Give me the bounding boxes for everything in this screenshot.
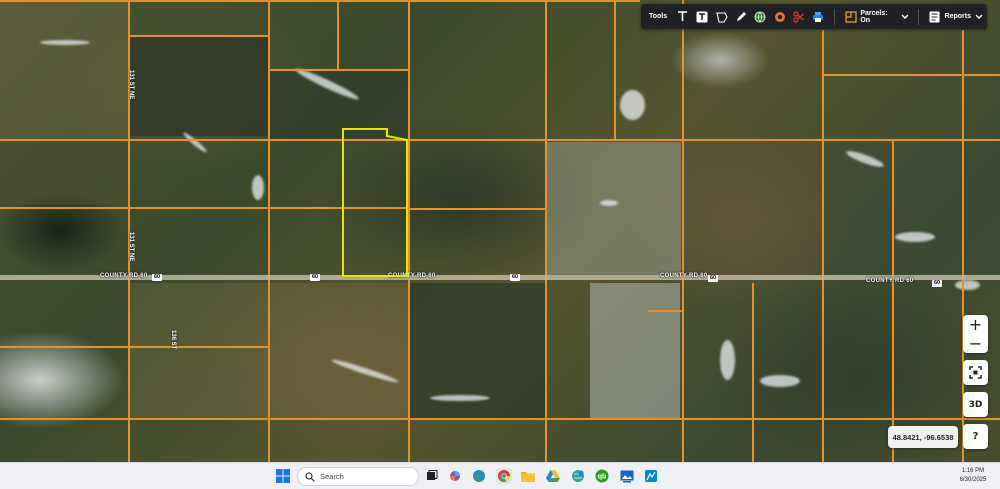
toolbar-divider: [834, 8, 835, 25]
fullscreen-button[interactable]: [963, 360, 988, 385]
google-drive-icon[interactable]: [545, 468, 561, 484]
chevron-down-icon: [898, 4, 912, 29]
map-toolbar: Tools Parcels: On Reports: [641, 4, 987, 29]
parcels-toggle[interactable]: Parcels: On: [841, 4, 912, 29]
text-icon[interactable]: [673, 4, 692, 29]
coordinate-readout: 48.8421, -96.6538: [888, 426, 958, 448]
reports-menu[interactable]: Reports: [925, 4, 987, 29]
copilot-icon[interactable]: [447, 468, 463, 484]
polygon-icon[interactable]: [712, 4, 731, 29]
taskbar-search[interactable]: Search: [297, 467, 419, 486]
help-button[interactable]: ?: [963, 424, 988, 449]
fullscreen-icon: [969, 366, 982, 379]
target-icon[interactable]: [770, 4, 789, 29]
svg-text:qb: qb: [598, 474, 607, 481]
parcels-label: Parcels: On: [860, 9, 888, 24]
edge-icon[interactable]: [471, 468, 487, 484]
clock-time: 1:16 PM: [961, 468, 985, 474]
screen-app-icon[interactable]: [619, 468, 635, 484]
zoom-out-button[interactable]: −: [963, 334, 988, 353]
satellite-map[interactable]: COUNTY RD 60 COUNTY RD 60 COUNTY RD 60 C…: [0, 0, 1000, 462]
zoom-controls: + −: [963, 315, 988, 353]
windows-icon: [276, 469, 290, 483]
chrome-icon[interactable]: [496, 468, 512, 484]
windows-taskbar: Search qb 1:16 PM 6/30/2025: [0, 462, 1000, 489]
selected-parcel-outline[interactable]: [0, 0, 1000, 462]
print-icon[interactable]: [809, 4, 828, 29]
zoom-in-button[interactable]: +: [963, 315, 988, 334]
file-explorer-icon[interactable]: [520, 468, 536, 484]
map-app-icon[interactable]: [643, 468, 659, 484]
tools-label: Tools: [649, 13, 668, 20]
task-view-icon[interactable]: [424, 468, 440, 484]
pencil-icon[interactable]: [731, 4, 750, 29]
start-button[interactable]: [276, 469, 290, 483]
system-clock[interactable]: 1:16 PM 6/30/2025: [950, 467, 996, 485]
toolbar-divider: [917, 8, 919, 25]
scissors-icon[interactable]: [789, 4, 808, 29]
3d-button[interactable]: 3D: [963, 392, 988, 417]
search-placeholder: Search: [320, 472, 344, 481]
reports-label: Reports: [944, 13, 971, 20]
selected-parcel-polygon[interactable]: [342, 128, 408, 277]
search-icon: [305, 471, 315, 482]
reports-icon: [925, 4, 945, 29]
quickbooks-icon[interactable]: qb: [594, 468, 610, 484]
clock-date: 6/30/2025: [959, 477, 987, 483]
text-box-icon[interactable]: [693, 4, 712, 29]
chevron-down-icon: [971, 4, 987, 29]
network-globe-icon[interactable]: [570, 468, 586, 484]
globe-icon[interactable]: [751, 4, 770, 29]
parcels-icon: [841, 4, 860, 29]
